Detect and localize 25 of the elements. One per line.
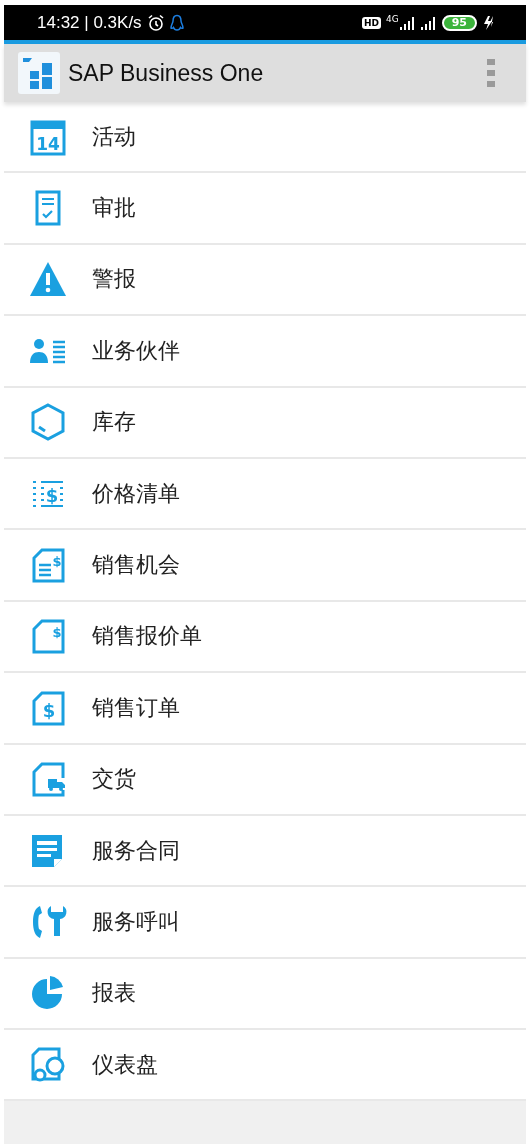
- alarm-clock-icon: [146, 13, 165, 32]
- penguin-icon: [169, 13, 184, 32]
- charging-icon: [482, 14, 496, 31]
- menu-item[interactable]: 警报: [4, 244, 526, 317]
- app-logo-icon: [18, 52, 60, 94]
- menu-item[interactable]: 报表: [4, 958, 526, 1031]
- menu-item[interactable]: 14 活动: [4, 102, 526, 174]
- menu-item[interactable]: 服务合同: [4, 815, 526, 888]
- menu-item[interactable]: 交货: [4, 744, 526, 816]
- network-type: 4G: [386, 14, 399, 24]
- menu-item[interactable]: $ 销售机会: [4, 530, 526, 602]
- menu-item[interactable]: 业务伙伴: [4, 316, 526, 388]
- menu-item[interactable]: $ 销售订单: [4, 673, 526, 745]
- status-time: 14:32 | 0.3K/s: [37, 12, 142, 33]
- battery-indicator: 95: [441, 14, 477, 31]
- menu-item[interactable]: $ 价格清单: [4, 458, 526, 531]
- menu-item[interactable]: 审批: [4, 173, 526, 245]
- signal-icon: [420, 15, 437, 30]
- more-menu-icon[interactable]: [486, 58, 496, 88]
- hd-badge: HD: [361, 16, 381, 29]
- menu-item[interactable]: 库存: [4, 387, 526, 459]
- menu-item[interactable]: $ 销售报价单: [4, 601, 526, 674]
- app-title: SAP Business One: [68, 59, 264, 87]
- menu-item[interactable]: 服务呼叫: [4, 887, 526, 959]
- signal-icon: [399, 15, 416, 30]
